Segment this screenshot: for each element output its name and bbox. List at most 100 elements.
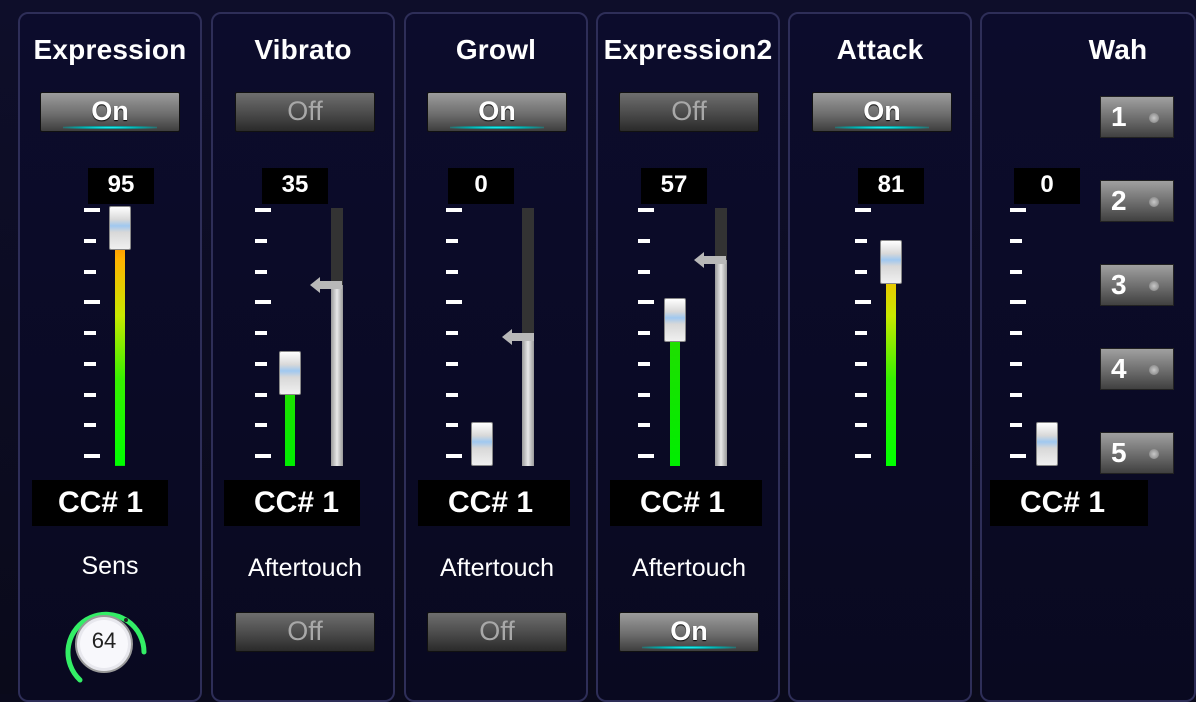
expression2-toggle-button[interactable]: Off xyxy=(619,92,759,132)
growl-value: 0 xyxy=(448,168,514,204)
scale-tick xyxy=(638,331,650,335)
wah-preset-1-label: 1 xyxy=(1111,101,1127,132)
scale-tick xyxy=(446,300,462,305)
wah-preset-4-label: 4 xyxy=(1111,353,1127,384)
wah-preset-2-button[interactable]: 2 xyxy=(1100,180,1174,222)
wah-value: 0 xyxy=(1014,168,1080,204)
scale-tick xyxy=(255,238,267,243)
scale-tick xyxy=(84,331,96,335)
scale-tick xyxy=(855,361,867,366)
expression2-aftertouch-toggle-button[interactable]: On xyxy=(619,612,759,652)
led-icon xyxy=(1149,197,1159,207)
growl-aftertouch-rail xyxy=(522,337,534,466)
scale-tick xyxy=(446,361,458,366)
sens-label: Sens xyxy=(81,552,139,580)
growl-fader-handle[interactable] xyxy=(471,422,493,466)
led-icon xyxy=(1149,449,1159,459)
expression-level-meter xyxy=(115,236,125,466)
scale-tick xyxy=(255,208,271,212)
wah-preset-3-button[interactable]: 3 xyxy=(1100,264,1174,306)
attack-value: 81 xyxy=(858,168,924,204)
wah-fader-handle[interactable] xyxy=(1036,422,1058,466)
expression2-aftertouch-rail xyxy=(715,259,727,466)
expression-title: Expression xyxy=(33,34,187,65)
scale-tick xyxy=(1010,423,1022,428)
vibrato-aftertouch-label: Aftertouch xyxy=(248,554,362,582)
scale-tick xyxy=(638,238,650,243)
scale-tick xyxy=(1010,269,1022,274)
scale-tick xyxy=(446,392,458,397)
scale-tick xyxy=(446,269,458,274)
wah-preset-5-button[interactable]: 5 xyxy=(1100,432,1174,474)
led-icon xyxy=(1149,281,1159,291)
vibrato-aftertouch-toggle-button[interactable]: Off xyxy=(235,612,375,652)
scale-tick xyxy=(446,331,458,335)
sens-knob[interactable]: 64 xyxy=(60,600,148,688)
scale-tick xyxy=(855,331,867,335)
scale-tick xyxy=(255,300,271,305)
scale-tick xyxy=(446,423,458,428)
wah-preset-3-label: 3 xyxy=(1111,269,1127,300)
vibrato-title: Vibrato xyxy=(254,34,352,65)
scale-tick xyxy=(255,331,267,335)
scale-tick xyxy=(638,361,650,366)
wah-preset-1-button[interactable]: 1 xyxy=(1100,96,1174,138)
scale-tick xyxy=(255,423,267,428)
scale-tick xyxy=(1010,361,1022,366)
expression2-aftertouch-arrow-icon[interactable] xyxy=(694,251,726,268)
scale-tick xyxy=(855,454,871,458)
expression2-aftertouch-label: Aftertouch xyxy=(632,554,746,582)
scale-tick xyxy=(1010,208,1026,212)
scale-tick xyxy=(638,269,650,274)
scale-tick xyxy=(638,300,654,305)
scale-tick xyxy=(1010,300,1026,305)
growl-cc-label[interactable]: CC# 1 xyxy=(418,480,570,526)
expression2-fader-handle[interactable] xyxy=(664,298,686,343)
vibrato-aftertouch-rail xyxy=(331,285,343,466)
scale-tick xyxy=(84,423,96,428)
vibrato-aftertouch-arrow-icon[interactable] xyxy=(310,277,342,294)
growl-aftertouch-arrow-icon[interactable] xyxy=(502,329,534,345)
scale-tick xyxy=(84,392,96,397)
scale-tick xyxy=(1010,331,1022,335)
scale-tick xyxy=(638,208,654,212)
scale-tick xyxy=(638,454,654,458)
scale-tick xyxy=(84,269,96,274)
growl-aftertouch-rail-track xyxy=(522,208,534,337)
scale-tick xyxy=(84,454,100,458)
vibrato-cc-label[interactable]: CC# 1 xyxy=(224,480,360,526)
expression2-cc-label[interactable]: CC# 1 xyxy=(610,480,762,526)
vibrato-value: 35 xyxy=(262,168,328,204)
expression-fader-handle[interactable] xyxy=(109,206,131,251)
wah-preset-4-button[interactable]: 4 xyxy=(1100,348,1174,390)
growl-aftertouch-toggle-button[interactable]: Off xyxy=(427,612,567,652)
wah-preset-2-label: 2 xyxy=(1111,185,1127,216)
scale-tick xyxy=(638,392,650,397)
expression-controller: Expression Vibrato Growl Expression2 Att… xyxy=(0,0,1196,702)
scale-tick xyxy=(855,238,867,243)
scale-tick xyxy=(1010,238,1022,243)
expression2-title: Expression2 xyxy=(603,34,773,65)
scale-tick xyxy=(1010,454,1026,458)
scale-tick xyxy=(255,392,267,397)
wah-preset-5-label: 5 xyxy=(1111,437,1127,468)
vibrato-aftertouch-rail-track xyxy=(331,208,343,286)
vibrato-fader-handle[interactable] xyxy=(279,351,301,396)
scale-tick xyxy=(855,208,871,212)
attack-level-meter xyxy=(886,269,896,466)
expression-cc-label[interactable]: CC# 1 xyxy=(32,480,168,526)
scale-tick xyxy=(84,300,100,305)
attack-toggle-button[interactable]: On xyxy=(812,92,952,132)
sens-value: 64 xyxy=(91,628,117,653)
expression-value: 95 xyxy=(88,168,154,204)
scale-tick xyxy=(84,361,96,366)
scale-tick xyxy=(84,208,100,212)
wah-cc-label[interactable]: CC# 1 xyxy=(990,480,1148,526)
growl-toggle-button[interactable]: On xyxy=(427,92,567,132)
expression-toggle-button[interactable]: On xyxy=(40,92,180,132)
led-icon xyxy=(1149,113,1159,123)
attack-fader-handle[interactable] xyxy=(880,239,902,284)
scale-tick xyxy=(446,454,462,458)
vibrato-toggle-button[interactable]: Off xyxy=(235,92,375,132)
scale-tick xyxy=(255,454,271,458)
